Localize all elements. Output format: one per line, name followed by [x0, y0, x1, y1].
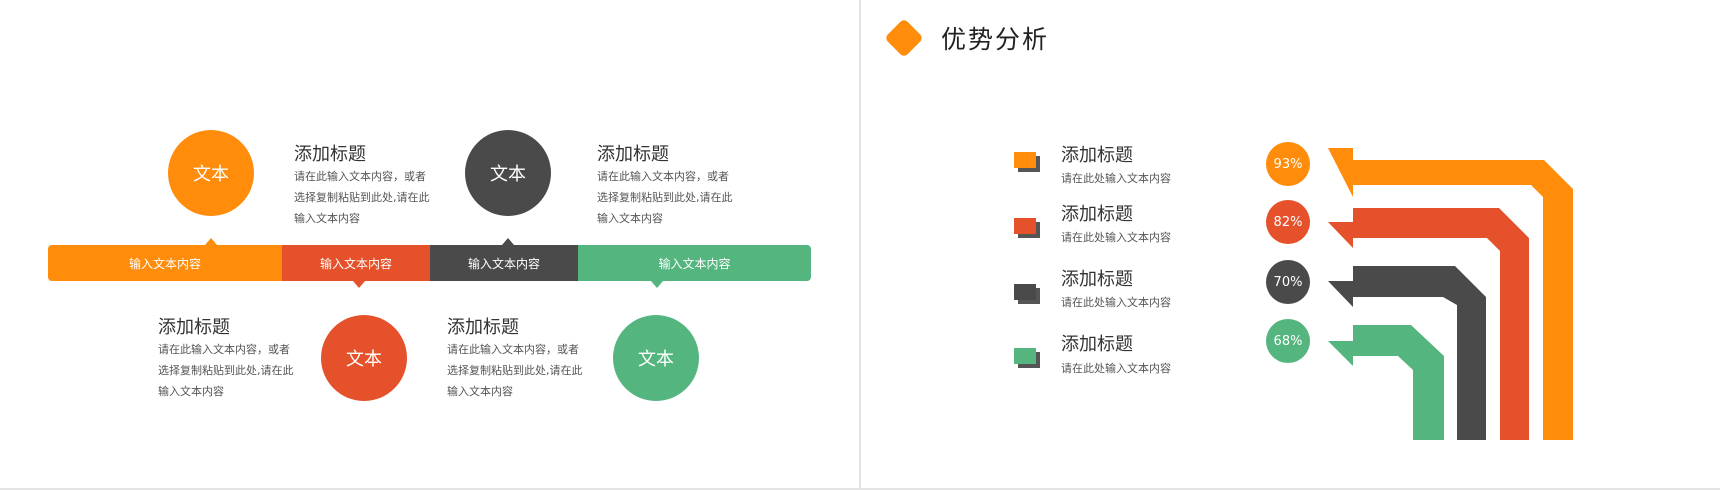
circle-label: 文本	[638, 349, 674, 370]
circle-label: 文本	[490, 164, 526, 185]
bar-segment-green: 输入文本内容	[578, 245, 811, 281]
pointer-up-orange	[205, 238, 217, 245]
circle-red: 文本	[321, 315, 407, 401]
bar-label: 输入文本内容	[319, 256, 392, 271]
slide-advantage-analysis: 优势分析 添加标题 请在此处输入文本内容 添加标题 请在此处输入文本内容 添加标…	[861, 0, 1720, 490]
item-title-red: 添加标题	[158, 317, 230, 338]
circle-label: 文本	[193, 164, 229, 185]
item-desc-red: 请在此输入文本内容，或者选择复制粘贴到此处,请在此输入文本内容	[158, 343, 294, 398]
bar-label: 输入文本内容	[658, 256, 731, 271]
item-title-green: 添加标题	[447, 317, 519, 338]
bar-label: 输入文本内容	[467, 256, 540, 271]
circle-green: 文本	[613, 315, 699, 401]
bar-segment-red: 输入文本内容	[282, 245, 430, 281]
pointer-down-green	[651, 281, 663, 288]
slide-timeline: 文本 添加标题 请在此输入文本内容，或者选择复制粘贴到此处,请在此输入文本内容 …	[0, 0, 859, 490]
circle-orange: 文本	[168, 130, 254, 216]
item-title-orange: 添加标题	[294, 144, 366, 165]
bent-arrows	[1328, 148, 1573, 440]
bar-segment-orange: 输入文本内容	[48, 245, 282, 281]
bar-segment-dark: 输入文本内容	[430, 245, 578, 281]
bar-label: 输入文本内容	[128, 256, 201, 271]
item-desc-green: 请在此输入文本内容，或者选择复制粘贴到此处,请在此输入文本内容	[447, 343, 583, 398]
item-title-dark: 添加标题	[597, 144, 669, 165]
bent-arrow-green	[1328, 325, 1444, 440]
pointer-down-red	[353, 281, 365, 288]
circle-label: 文本	[346, 349, 382, 370]
item-desc-orange: 请在此输入文本内容，或者选择复制粘贴到此处,请在此输入文本内容	[294, 170, 430, 225]
circle-dark: 文本	[465, 130, 551, 216]
pointer-up-dark	[502, 238, 514, 245]
item-desc-dark: 请在此输入文本内容，或者选择复制粘贴到此处,请在此输入文本内容	[597, 170, 733, 225]
